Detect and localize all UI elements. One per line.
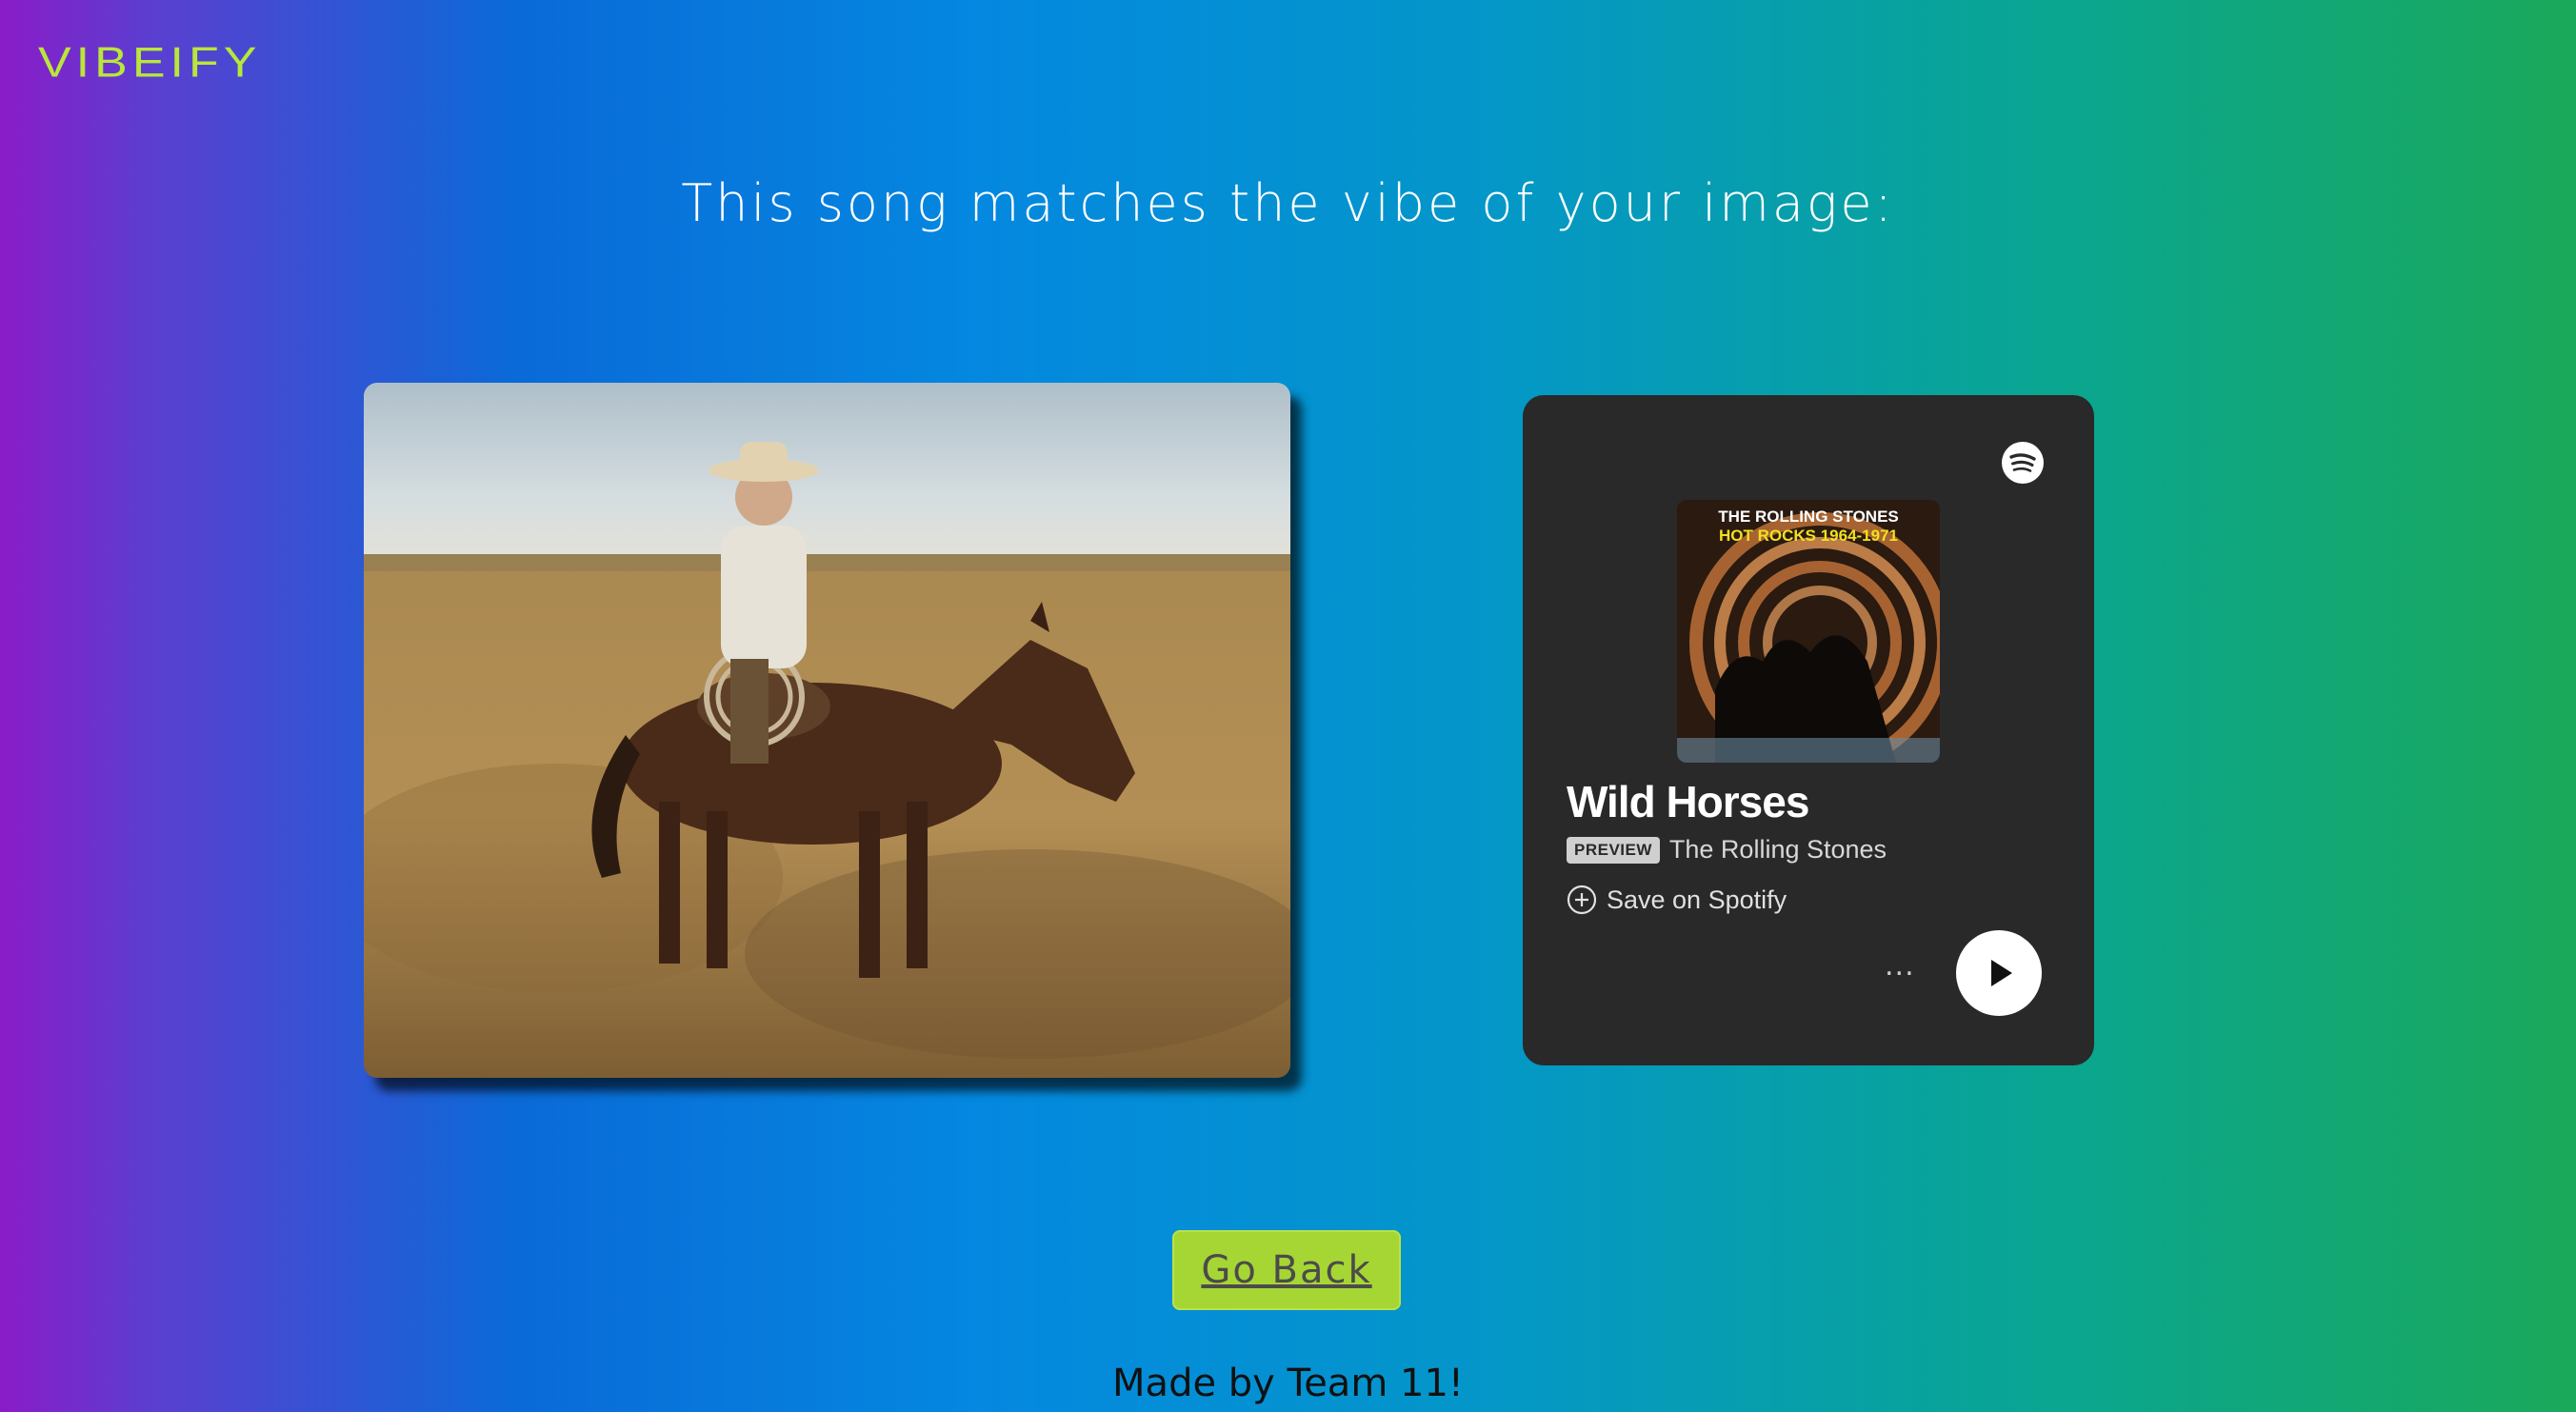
artist-row: PREVIEW The Rolling Stones <box>1567 835 1887 865</box>
spotify-embed-player[interactable]: THE ROLLING STONES HOT ROCKS 1964-1971 W… <box>1523 395 2094 1065</box>
go-back-button[interactable]: Go Back <box>1172 1230 1401 1310</box>
album-title-line1: THE ROLLING STONES <box>1718 507 1899 526</box>
app-logo[interactable]: VIBEIFY <box>38 39 261 88</box>
play-icon <box>1991 960 2012 986</box>
song-title[interactable]: Wild Horses <box>1567 776 1809 827</box>
artist-name[interactable]: The Rolling Stones <box>1669 835 1887 865</box>
plus-circle-icon <box>1567 885 1597 915</box>
preview-badge: PREVIEW <box>1567 836 1660 864</box>
page-headline: This song matches the vibe of your image… <box>681 173 1895 233</box>
spotify-icon[interactable] <box>2001 441 2045 485</box>
more-options-button[interactable]: ... <box>1885 949 1915 983</box>
album-cover[interactable]: THE ROLLING STONES HOT ROCKS 1964-1971 <box>1677 500 1940 763</box>
album-title-line2: HOT ROCKS 1964-1971 <box>1718 527 1899 545</box>
footer-credit: Made by Team 11! <box>1112 1362 1464 1405</box>
save-on-spotify-button[interactable]: Save on Spotify <box>1567 885 1787 915</box>
uploaded-image <box>364 383 1290 1078</box>
save-label: Save on Spotify <box>1607 885 1787 914</box>
photo-cowboy-on-horse-icon <box>364 383 1290 1078</box>
play-button[interactable] <box>1956 930 2042 1016</box>
